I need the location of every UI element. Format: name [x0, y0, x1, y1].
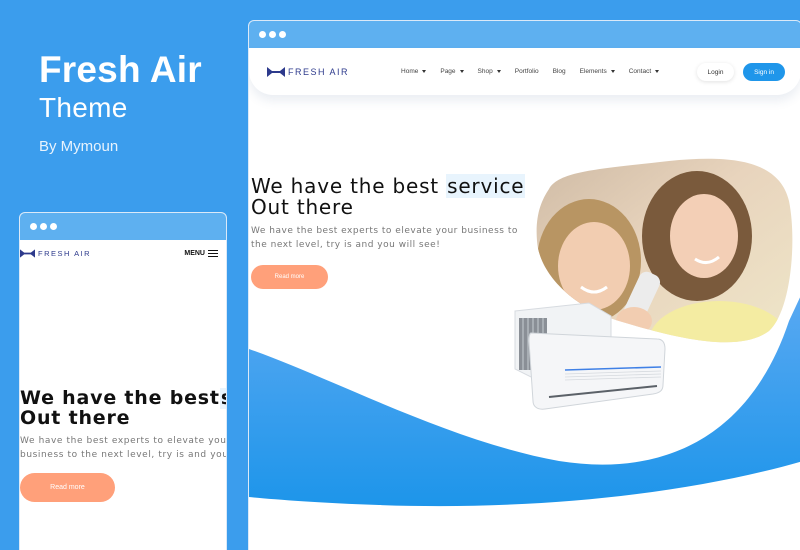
- caret-down-icon: [459, 70, 464, 73]
- hero-description: We have the best experts to elevate your…: [251, 226, 518, 250]
- logo-text: FRESH AIR: [38, 249, 92, 258]
- hamburger-icon: [208, 248, 218, 259]
- caret-down-icon: [610, 70, 615, 73]
- site-logo[interactable]: FRESH AIR: [20, 249, 91, 258]
- site-navbar: FRESH AIR Home Page Shop Portfolio Blog …: [249, 48, 800, 95]
- window-dot-icon: [40, 223, 47, 230]
- mobile-hero-title: We have the bestse Out there: [20, 388, 226, 428]
- caret-down-icon: [655, 70, 660, 73]
- fresh-air-logo-icon: [267, 66, 285, 77]
- promo-author: By Mymoun: [39, 138, 119, 155]
- mobile-read-more-button[interactable]: Read more: [20, 473, 115, 502]
- caret-down-icon: [496, 70, 501, 73]
- nav-item-page[interactable]: Page: [440, 68, 464, 75]
- nav-label: Page: [440, 68, 456, 75]
- hero-title-text: We have the best: [20, 388, 220, 409]
- hero-background: [249, 158, 800, 507]
- hero-title-highlight: service: [446, 174, 526, 198]
- mobile-menu-toggle[interactable]: MENU: [184, 248, 218, 259]
- nav-label: Portfolio: [514, 68, 539, 75]
- menu-label: MENU: [184, 250, 205, 257]
- nav-label: Shop: [477, 68, 493, 75]
- hero-title-line2: Out there: [251, 195, 354, 219]
- nav-label: Contact: [628, 68, 652, 75]
- mobile-hero-description: We have the best experts to elevate your…: [20, 434, 227, 462]
- nav-item-shop[interactable]: Shop: [478, 68, 501, 75]
- nav-label: Home: [401, 68, 419, 75]
- promo-subtitle: Theme: [39, 92, 128, 123]
- caret-down-icon: [422, 70, 427, 73]
- ac-indoor-unit: [528, 332, 666, 410]
- hero-title-line2: Out there: [20, 407, 131, 428]
- nav-item-contact[interactable]: Contact: [628, 68, 660, 75]
- sign-in-button[interactable]: Sign in: [743, 63, 785, 81]
- window-dot-icon: [50, 223, 57, 230]
- fresh-air-logo-icon: [20, 249, 35, 258]
- main-menu: Home Page Shop Portfolio Blog Elements C…: [401, 68, 673, 75]
- description-line: business to the next level, try is and y…: [20, 450, 227, 460]
- mobile-browser-window: FRESH AIR MENU We have the bestse Out th…: [19, 212, 227, 550]
- site-logo[interactable]: FRESH AIR: [267, 66, 350, 77]
- desktop-browser-window: FRESH AIR Home Page Shop Portfolio Blog …: [248, 20, 800, 550]
- promo-title: Fresh Air: [39, 49, 202, 90]
- hero-title-highlight: se: [219, 388, 226, 409]
- description-line: We have the best experts to elevate your: [20, 436, 227, 446]
- read-more-button[interactable]: Read more: [251, 265, 328, 289]
- nav-label: Blog: [552, 68, 566, 75]
- logo-text: FRESH AIR: [288, 66, 350, 77]
- promo-block: Fresh Air Theme By Mymoun: [39, 50, 202, 156]
- mobile-navbar: FRESH AIR MENU: [20, 240, 226, 267]
- nav-label: Elements: [579, 68, 607, 75]
- nav-item-blog[interactable]: Blog: [553, 68, 566, 75]
- window-title-bar: [20, 213, 226, 240]
- nav-item-elements[interactable]: Elements: [580, 68, 615, 75]
- hero-title: We have the best service Out there: [251, 174, 526, 219]
- window-dot-icon: [30, 223, 37, 230]
- nav-item-portfolio[interactable]: Portfolio: [515, 68, 539, 75]
- nav-item-home[interactable]: Home: [401, 68, 427, 75]
- login-button[interactable]: Login: [697, 63, 734, 81]
